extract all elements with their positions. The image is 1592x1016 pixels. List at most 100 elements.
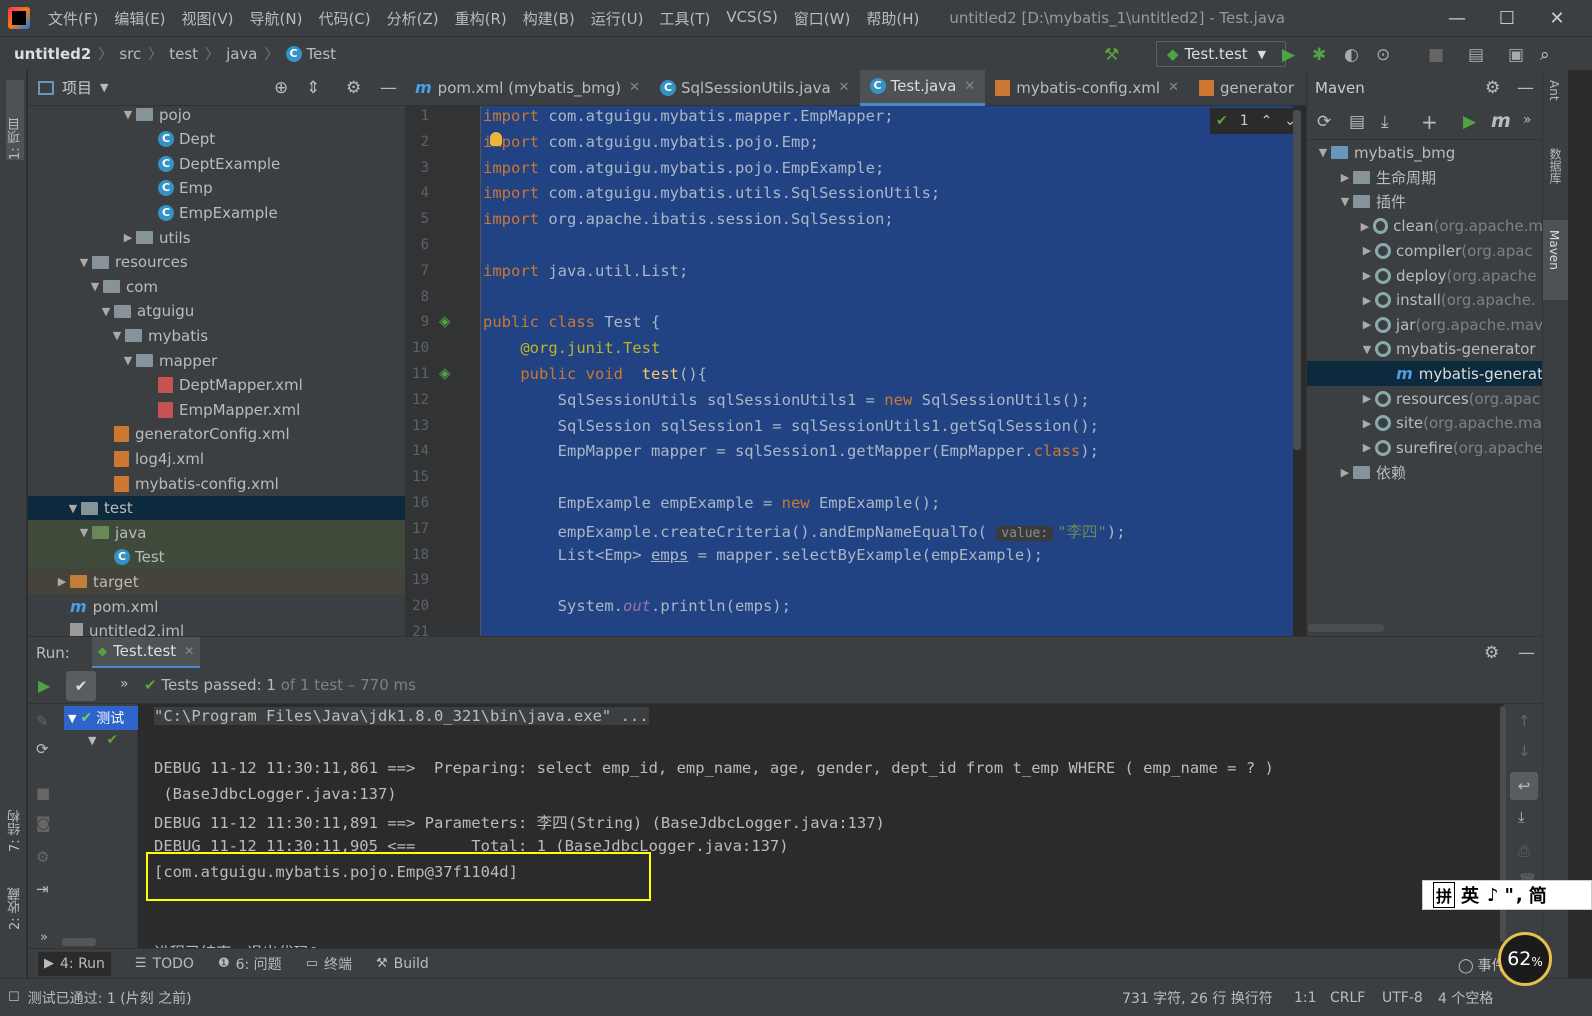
menu-item-11[interactable]: 窗口(W): [786, 8, 859, 29]
menu-item-8[interactable]: 运行(U): [583, 8, 652, 29]
project-tree-item[interactable]: ▼ java: [28, 520, 405, 546]
breadcrumb-class[interactable]: Test: [307, 45, 337, 63]
char-count[interactable]: 731 字符, 26 行 换行符: [1122, 988, 1273, 1008]
menu-item-3[interactable]: 导航(N): [242, 8, 311, 29]
maven-tree-item[interactable]: ▼ mybatis_bmg: [1307, 140, 1542, 165]
chevron-down-icon[interactable]: ▼: [76, 256, 92, 269]
chevron-down-icon[interactable]: ▼: [120, 108, 136, 121]
project-tree-item[interactable]: ▼ atguigu: [28, 299, 405, 324]
maven-tree-item[interactable]: ▼ mybatis-generator: [1307, 337, 1542, 362]
chevron-down-icon[interactable]: ▼: [65, 502, 81, 515]
project-panel-title[interactable]: 项目: [62, 77, 92, 98]
project-tree-item[interactable]: m pom.xml: [28, 594, 405, 619]
layout-icon[interactable]: ☐: [8, 990, 20, 1005]
chevron-down-icon[interactable]: ▼: [1359, 343, 1375, 356]
locate-icon[interactable]: ⊕: [274, 78, 288, 98]
status-message[interactable]: 测试已通过: 1 (片刻 之前): [28, 988, 192, 1008]
maven-tree-item[interactable]: ▶ resources (org.apac: [1307, 386, 1542, 411]
breadcrumb-test[interactable]: test: [169, 45, 198, 63]
project-tree-item[interactable]: ▼ mybatis: [28, 323, 405, 348]
pin-icon[interactable]: ✎: [36, 712, 49, 730]
project-tree-item[interactable]: ▶ target: [28, 569, 405, 595]
project-tree-item[interactable]: C DeptExample: [28, 151, 405, 176]
run-test-icon[interactable]: ◈: [439, 364, 451, 382]
cpu-meter[interactable]: 62%: [1498, 932, 1552, 986]
ime-moon[interactable]: ♪: [1487, 885, 1499, 906]
print-icon[interactable]: ⎙: [1518, 842, 1530, 860]
close-tab-icon[interactable]: ✕: [839, 80, 850, 95]
close-window-button[interactable]: ✕: [1532, 0, 1582, 36]
file-encoding[interactable]: UTF-8: [1382, 990, 1423, 1006]
add-icon[interactable]: +: [1421, 110, 1438, 134]
maven-goal-icon[interactable]: m: [1491, 110, 1511, 132]
code-editor[interactable]: import com.atguigu.mybatis.mapper.EmpMap…: [481, 106, 1306, 636]
project-tree-item[interactable]: ▼ pojo: [28, 106, 405, 127]
chevron-right-icon[interactable]: ▶: [1359, 318, 1375, 331]
coverage-icon[interactable]: ◐: [1344, 45, 1359, 65]
chevron-down-icon[interactable]: ▼: [1337, 195, 1353, 208]
ime-pinyin[interactable]: 拼: [1433, 882, 1456, 908]
debug-icon[interactable]: ✱: [1312, 45, 1326, 65]
bottom-tab[interactable]: ❶ 6: 问题: [218, 954, 282, 974]
ime-simplified[interactable]: 简: [1529, 882, 1547, 908]
close-tab-icon[interactable]: ✕: [184, 644, 194, 658]
chevron-down-icon[interactable]: ▼: [120, 354, 136, 367]
editor-tab[interactable]: C Test.java ✕: [859, 69, 986, 106]
project-tree-item[interactable]: DeptMapper.xml: [28, 373, 405, 398]
download-icon[interactable]: ⤓: [1381, 112, 1389, 132]
maven-tree-item[interactable]: m mybatis-generat: [1307, 361, 1542, 387]
stop-icon[interactable]: ■: [36, 784, 50, 802]
caret-position[interactable]: 1:1: [1294, 990, 1317, 1006]
chevron-right-icon[interactable]: ▶: [1337, 466, 1353, 479]
breadcrumb-java[interactable]: java: [226, 45, 257, 63]
chevron-down-icon[interactable]: ▼: [87, 280, 103, 293]
maven-scrollbar[interactable]: [1308, 624, 1384, 632]
editor-tab[interactable]: m pom.xml (mybatis_bmg) ✕: [405, 70, 650, 106]
bottom-tab[interactable]: ▭ 终端: [306, 954, 352, 974]
maven-tree-item[interactable]: ▶ jar (org.apache.mav: [1307, 312, 1542, 337]
bottom-tab[interactable]: ☰ TODO: [135, 956, 194, 972]
project-tree-item[interactable]: ▶ utils: [28, 225, 405, 250]
project-tree-item[interactable]: generatorConfig.xml: [28, 422, 405, 447]
maven-tree-item[interactable]: ▶ 生命周期: [1307, 165, 1542, 190]
chevron-right-icon[interactable]: ▶: [1359, 392, 1375, 405]
console-output[interactable]: "C:\Program Files\Java\jdk1.8.0_321\bin\…: [138, 704, 1504, 948]
gear-icon[interactable]: ⚙: [1484, 643, 1499, 663]
menu-item-1[interactable]: 编辑(E): [106, 8, 173, 29]
profiler-icon[interactable]: ⊙: [1376, 45, 1390, 65]
settings-icon[interactable]: ⚙: [36, 848, 49, 866]
breadcrumb-project[interactable]: untitled2: [14, 45, 91, 63]
chevron-up-icon[interactable]: ⌃: [1261, 113, 1273, 129]
test-child-node[interactable]: ▼ ✔: [88, 732, 118, 748]
arrow-up-icon[interactable]: ↑: [1518, 712, 1531, 730]
chevron-right-icon[interactable]: ▶: [54, 575, 70, 588]
close-tab-icon[interactable]: ✕: [629, 80, 640, 95]
chevron-right-icon[interactable]: ▶: [120, 231, 136, 244]
chevron-down-icon[interactable]: ▼: [109, 329, 125, 342]
menu-item-7[interactable]: 构建(B): [515, 8, 583, 29]
project-tree-item[interactable]: C Test: [28, 544, 405, 570]
project-tree-item[interactable]: C Dept: [28, 127, 405, 152]
project-tree-item[interactable]: mybatis-config.xml: [28, 471, 405, 496]
chevron-right-icon[interactable]: ▶: [1357, 220, 1372, 233]
run-config-select[interactable]: ◆ Test.test ▼: [1156, 41, 1286, 67]
reload-folder-icon[interactable]: ▤: [1349, 112, 1365, 132]
chevron-right-icon[interactable]: ▶: [1359, 244, 1375, 257]
run-test-icon[interactable]: ◈: [439, 312, 451, 330]
inspection-widget[interactable]: ✔ 1 ⌃ ⌄: [1210, 108, 1302, 134]
project-tool-tab[interactable]: 1: 项目: [6, 80, 24, 160]
soft-wrap-icon[interactable]: ↩: [1510, 772, 1538, 800]
menu-item-0[interactable]: 文件(F): [40, 8, 106, 29]
gear-icon[interactable]: ⚙: [346, 78, 361, 98]
maven-tree-item[interactable]: ▼ 插件: [1307, 189, 1542, 214]
collapse-all-icon[interactable]: ⇕: [306, 78, 320, 98]
minimize-button[interactable]: —: [1432, 0, 1482, 36]
chevron-right-icon[interactable]: ▶: [1359, 417, 1375, 430]
chevron-right-icon[interactable]: ▶: [1359, 441, 1375, 454]
exit-icon[interactable]: ⇥: [36, 880, 49, 898]
bottom-tab[interactable]: ⚒ Build: [376, 956, 429, 972]
editor-tab[interactable]: mybatis-config.xml ✕: [985, 70, 1189, 106]
more-icon[interactable]: »: [120, 676, 129, 692]
rerun-failed-icon[interactable]: ⟳: [36, 740, 49, 758]
project-tree-item[interactable]: ▼ mapper: [28, 348, 405, 373]
